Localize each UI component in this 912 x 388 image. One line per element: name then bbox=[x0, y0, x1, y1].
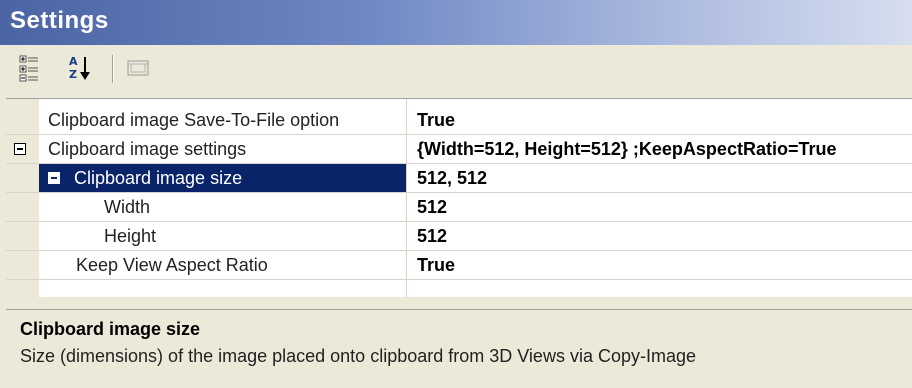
categorized-icon bbox=[19, 55, 38, 82]
toolbar: A Z bbox=[0, 45, 912, 97]
property-value[interactable]: 512 bbox=[407, 193, 912, 221]
svg-text:A: A bbox=[69, 55, 78, 68]
property-row-save-to-file[interactable]: Clipboard image Save-To-File option True bbox=[6, 106, 912, 135]
property-value[interactable]: 512, 512 bbox=[407, 164, 912, 192]
categorized-view-button[interactable] bbox=[16, 53, 46, 83]
property-row-width[interactable]: Width 512 bbox=[6, 193, 912, 222]
sort-az-icon: A Z bbox=[69, 55, 90, 81]
property-value[interactable]: 512 bbox=[407, 222, 912, 250]
property-name: Clipboard image settings bbox=[48, 139, 247, 159]
property-name: Clipboard image Save-To-File option bbox=[48, 110, 340, 130]
property-row-height[interactable]: Height 512 bbox=[6, 222, 912, 251]
alphabetical-view-button[interactable]: A Z bbox=[66, 53, 96, 83]
property-value[interactable]: {Width=512, Height=512} ;KeepAspectRatio… bbox=[407, 135, 912, 163]
description-title: Clipboard image size bbox=[20, 319, 201, 339]
property-name: Width bbox=[104, 197, 151, 217]
description-text: Size (dimensions) of the image placed on… bbox=[20, 346, 696, 366]
description-pane: Clipboard image size Size (dimensions) o… bbox=[6, 309, 912, 388]
property-name: Height bbox=[104, 226, 157, 246]
property-name: Clipboard image size bbox=[74, 168, 243, 188]
property-grid: Clipboard image Save-To-File option True… bbox=[6, 98, 912, 297]
grid-footer bbox=[6, 297, 912, 309]
property-row-image-size[interactable]: Clipboard image size 512, 512 bbox=[6, 164, 912, 193]
collapse-icon[interactable] bbox=[14, 143, 26, 155]
svg-text:Z: Z bbox=[69, 68, 77, 81]
property-row-image-settings[interactable]: Clipboard image settings {Width=512, Hei… bbox=[6, 135, 912, 164]
property-row-keep-aspect[interactable]: Keep View Aspect Ratio True bbox=[6, 251, 912, 280]
property-pages-icon bbox=[127, 60, 149, 76]
column-splitter[interactable] bbox=[406, 99, 407, 297]
collapse-icon[interactable] bbox=[48, 172, 60, 184]
panel-title: Settings bbox=[10, 7, 109, 34]
toolbar-separator bbox=[112, 55, 114, 83]
property-pages-button[interactable] bbox=[124, 53, 154, 83]
panel-titlebar: Settings bbox=[0, 0, 912, 45]
property-name: Keep View Aspect Ratio bbox=[76, 255, 268, 275]
property-value[interactable]: True bbox=[407, 106, 912, 134]
property-value[interactable]: True bbox=[407, 251, 912, 279]
